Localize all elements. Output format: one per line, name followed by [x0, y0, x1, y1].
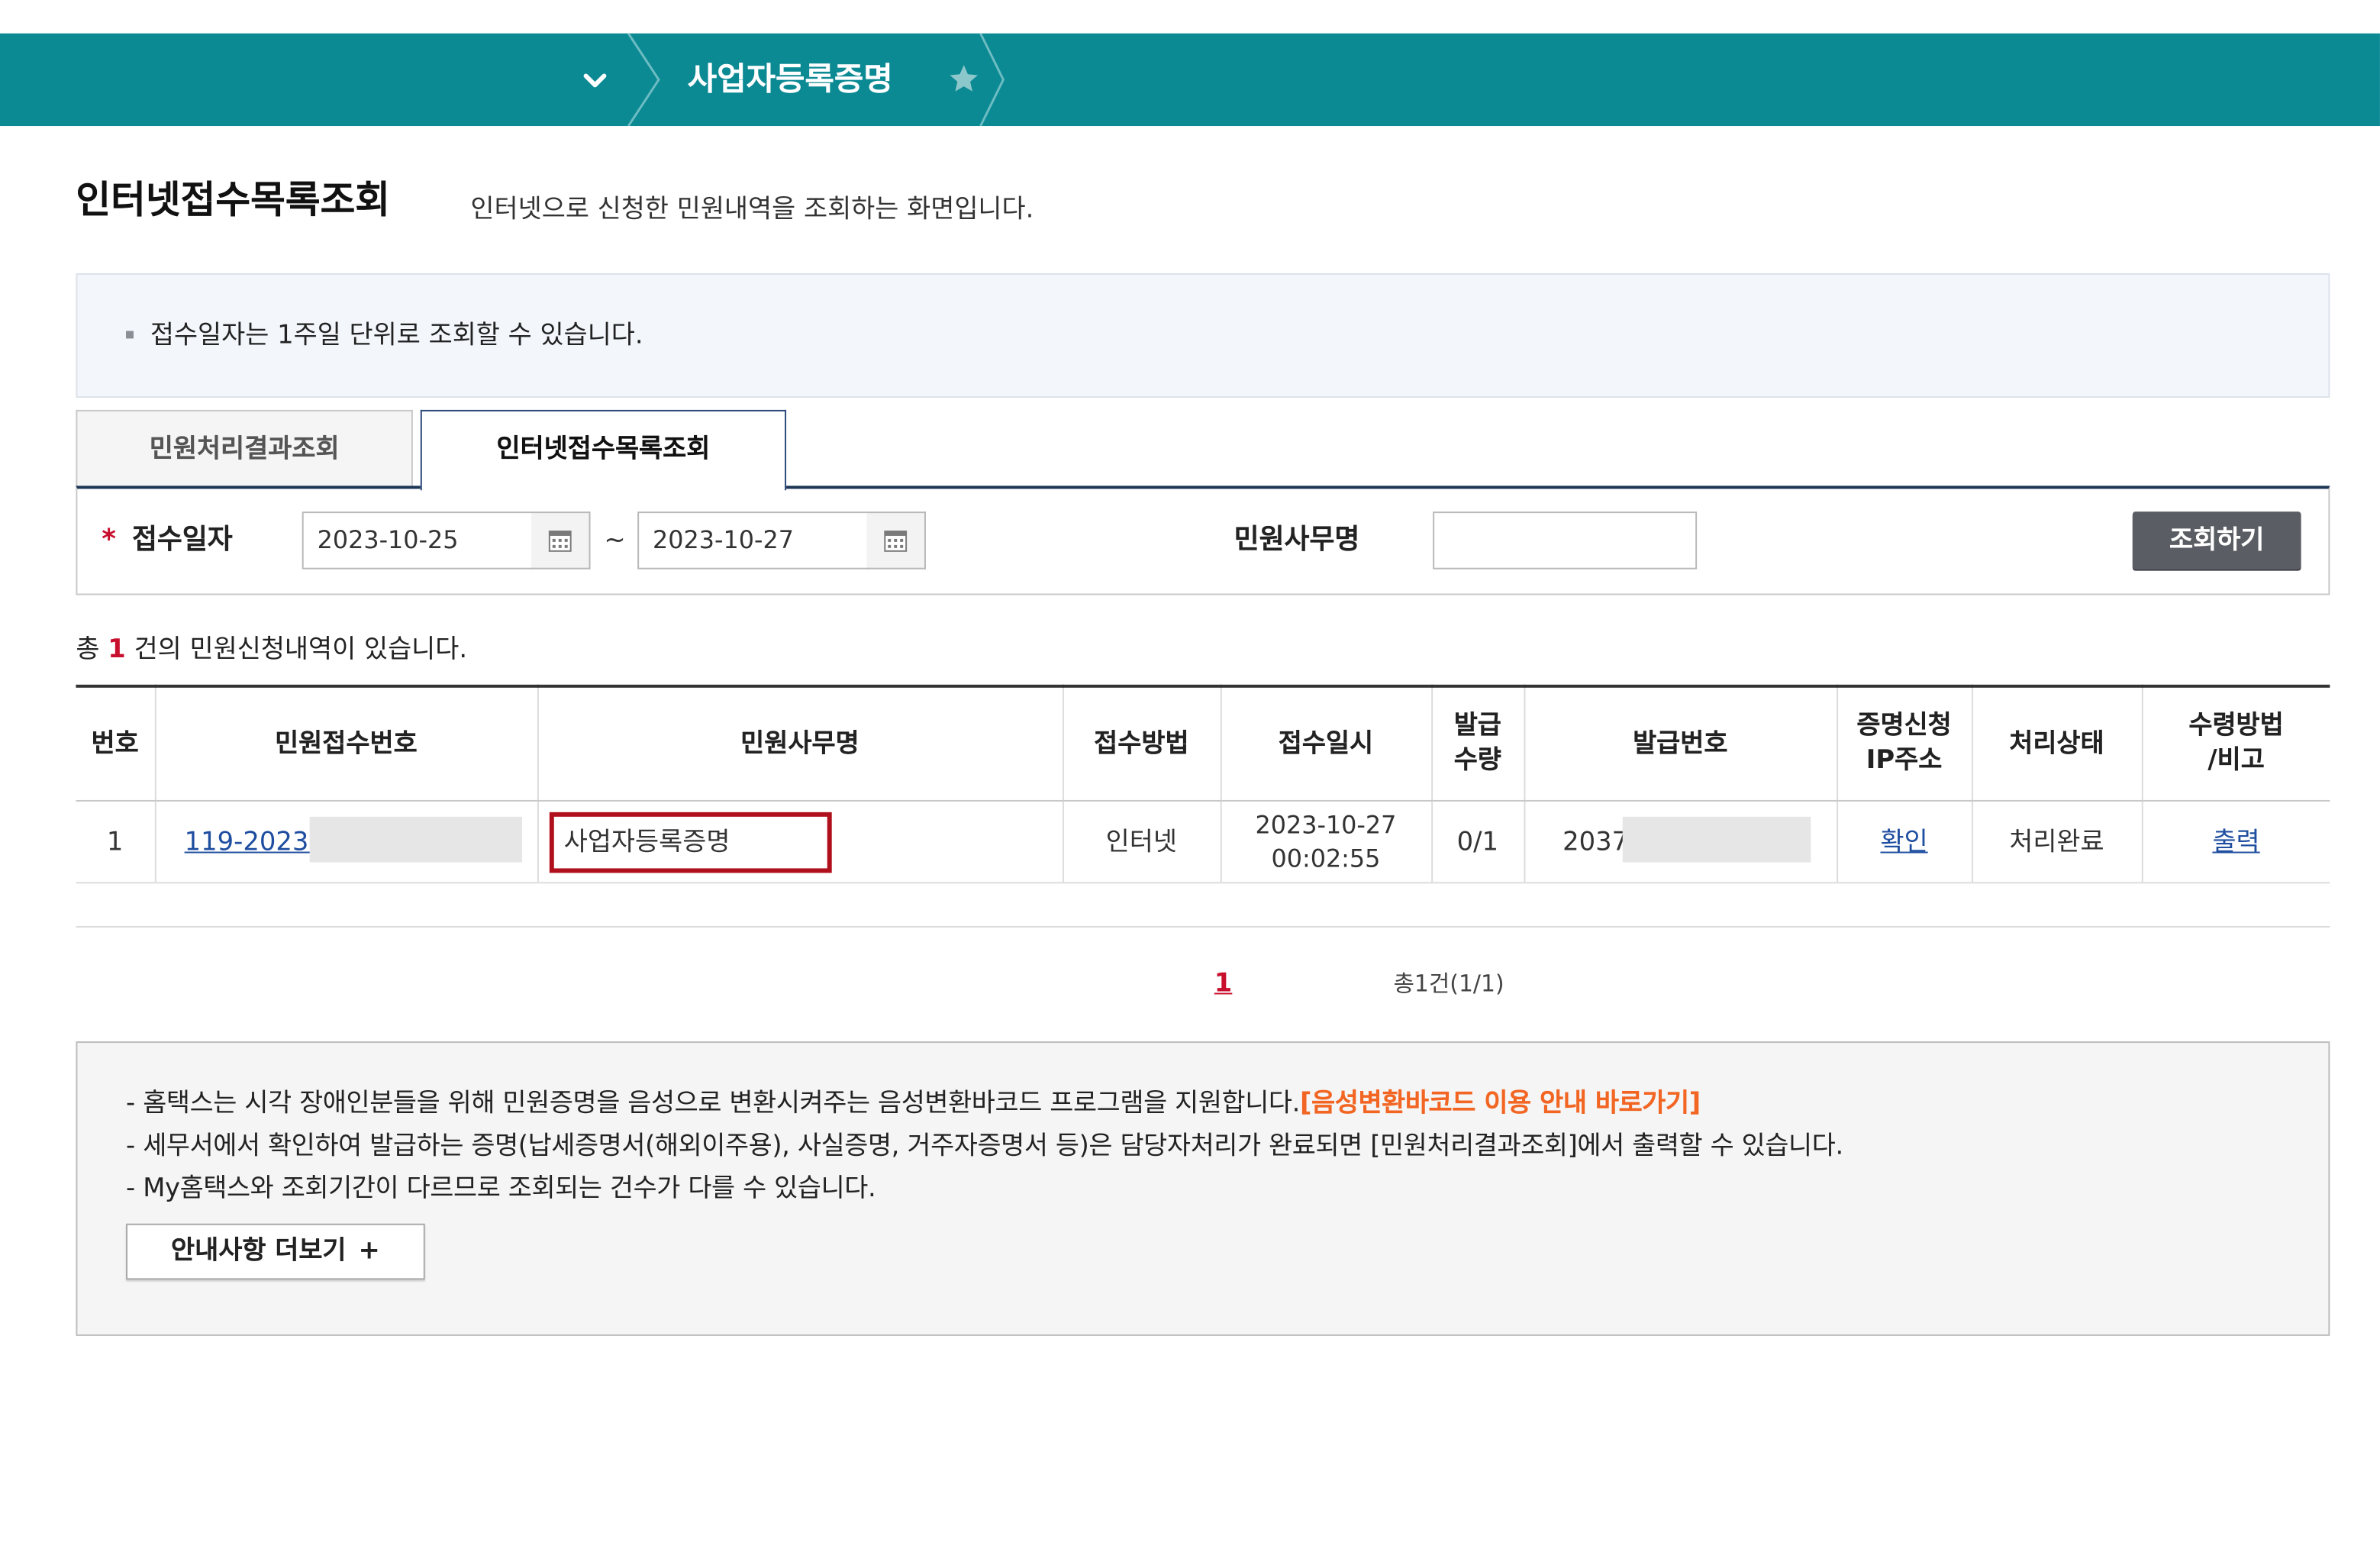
info-text: 접수일자는 1주일 단위로 조회할 수 있습니다. — [150, 320, 643, 351]
date-to-calendar-button[interactable] — [866, 511, 926, 570]
column-header-method: 접수방법 — [1061, 686, 1221, 802]
notice-text-1: - 홈택스는 시각 장애인분들을 위해 민원증명을 음성으로 변환시켜주는 음성… — [126, 1088, 1300, 1119]
plus-icon: + — [358, 1235, 380, 1267]
result-table: 번호 민원접수번호 민원사무명 접수방법 접수일시 발급 수량 발급번호 증명신… — [76, 684, 2330, 884]
table-header-row: 번호 민원접수번호 민원사무명 접수방법 접수일시 발급 수량 발급번호 증명신… — [76, 686, 2330, 802]
tab-internet-receipt-list[interactable]: 인터넷접수목록조회 — [420, 409, 787, 491]
column-header-service: 민원사무명 — [536, 686, 1063, 802]
search-button[interactable]: 조회하기 — [2132, 511, 2301, 570]
date-from-input[interactable] — [302, 511, 534, 570]
cell-method: 인터넷 — [1061, 800, 1221, 884]
column-header-issue-qty: 발급 수량 — [1430, 686, 1524, 802]
top-navigation-bar: 사업자등록증명 — [0, 33, 2380, 127]
info-box: 접수일자는 1주일 단위로 조회할 수 있습니다. — [76, 273, 2330, 398]
notice-line-1: - 홈택스는 시각 장애인분들을 위해 민원증명을 음성으로 변환시켜주는 음성… — [126, 1083, 1701, 1125]
cell-delivery: 출력 — [2140, 800, 2330, 884]
cell-received-at: 2023-10-27 00:02:55 — [1219, 800, 1432, 884]
calendar-icon — [884, 530, 908, 552]
more-notice-button[interactable]: 안내사항 더보기 + — [126, 1223, 425, 1280]
date-from-calendar-button[interactable] — [531, 511, 591, 570]
received-time: 00:02:55 — [1271, 843, 1381, 873]
breadcrumb-current[interactable]: 사업자등록증명 — [688, 58, 893, 101]
cell-ip: 확인 — [1836, 800, 1972, 884]
breadcrumb-separators — [627, 33, 1005, 127]
notice-line-3: - My홈택스와 조회기간이 다르므로 조회되는 건수가 다를 수 있습니다. — [126, 1173, 876, 1204]
pagination-current-page[interactable]: 1 — [1214, 966, 1233, 1002]
column-header-ip: 증명신청 IP주소 — [1836, 686, 1972, 802]
divider — [76, 925, 2330, 928]
cell-issue-qty: 0/1 — [1430, 800, 1524, 884]
breadcrumb-separator — [627, 33, 660, 127]
cell-receipt-no: 119-2023- — [153, 800, 537, 884]
summary-suffix: 건의 민원신청내역이 있습니다. — [134, 634, 468, 665]
chevron-down-icon — [583, 73, 607, 88]
search-form: * 접수일자 ~ 민원사무명 조회하기 — [76, 486, 2330, 595]
date-label: 접수일자 — [131, 524, 233, 556]
column-header-status: 처리상태 — [1971, 686, 2142, 802]
required-mark: * — [102, 524, 116, 556]
print-link[interactable]: 출력 — [2212, 827, 2259, 857]
highlight-box — [548, 812, 831, 873]
date-to-input[interactable] — [637, 511, 870, 570]
notice-line-2: - 세무서에서 확인하여 발급하는 증명(납세증명서(해외이주용), 사실증명,… — [126, 1131, 1843, 1162]
cell-no: 1 — [76, 800, 155, 884]
redaction-mask — [1621, 816, 1811, 863]
column-header-received-at: 접수일시 — [1219, 686, 1432, 802]
page-subtitle: 인터넷으로 신청한 민원내역을 조회하는 화면입니다. — [470, 194, 1034, 225]
cell-service: 사업자등록증명 — [536, 800, 1063, 884]
receipt-no-link[interactable]: 119-2023- — [185, 827, 318, 857]
voice-barcode-guide-link[interactable]: [음성변환바코드 이용 안내 바로가기] — [1300, 1089, 1701, 1119]
received-date: 2023-10-27 — [1255, 809, 1397, 839]
star-icon — [950, 65, 978, 92]
ip-check-link[interactable]: 확인 — [1880, 827, 1927, 857]
page-title: 인터넷접수목록조회 — [76, 177, 391, 222]
summary-count: 1 — [108, 634, 126, 665]
column-header-receipt-no: 민원접수번호 — [153, 686, 537, 802]
tab-civil-result-inquiry[interactable]: 민원처리결과조회 — [76, 409, 413, 488]
notice-box: - 홈택스는 시각 장애인분들을 위해 민원증명을 음성으로 변환시켜주는 음성… — [76, 1041, 2330, 1336]
date-range-separator: ~ — [604, 525, 626, 556]
favorite-button[interactable] — [947, 63, 981, 96]
service-name-input[interactable] — [1433, 511, 1698, 570]
table-row: 1 119-2023- 사업자등록증명 인터넷 2023-10-27 00:02… — [76, 800, 2330, 884]
calendar-icon — [548, 530, 572, 552]
column-header-issue-no: 발급번호 — [1523, 686, 1837, 802]
summary-prefix: 총 — [76, 634, 100, 665]
result-summary: 총 1 건의 민원신청내역이 있습니다. — [76, 631, 467, 668]
breadcrumb-separator — [979, 33, 1005, 127]
cell-issue-no: 2037 — [1523, 800, 1837, 884]
service-name-label: 민원사무명 — [1234, 524, 1360, 556]
more-notice-label: 안내사항 더보기 — [171, 1235, 347, 1267]
redaction-mask — [308, 816, 522, 863]
pagination-total: 총1건(1/1) — [1393, 970, 1504, 998]
issue-no: 2037 — [1562, 826, 1629, 857]
column-header-no: 번호 — [76, 686, 155, 802]
column-header-delivery: 수령방법 /비고 — [2140, 686, 2330, 802]
cell-status: 처리완료 — [1971, 800, 2142, 884]
bullet-icon — [126, 331, 134, 339]
page: 사업자등록증명 인터넷접수목록조회 인터넷으로 신청한 민원내역을 조회하는 화… — [0, 0, 2380, 1548]
menu-toggle-button[interactable] — [580, 66, 611, 96]
